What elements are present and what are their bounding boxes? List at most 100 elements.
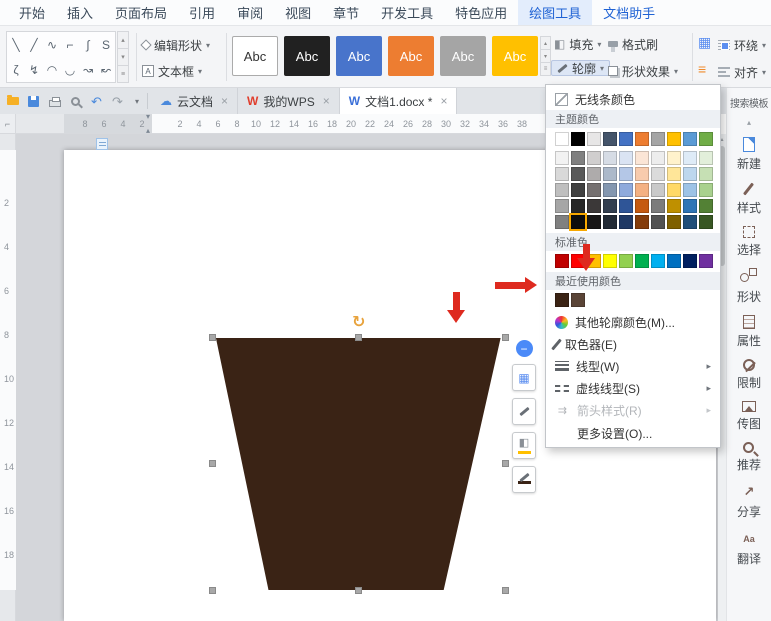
sidebar-item-upload-image[interactable]: 传图: [737, 401, 761, 432]
close-tab-icon[interactable]: ×: [221, 94, 228, 108]
shape-gallery-item-4[interactable]: ∫: [79, 32, 97, 57]
edit-shape-button[interactable]: 编辑形状 ▾: [142, 37, 210, 53]
theme-color-swatch[interactable]: [667, 167, 681, 181]
menu-item-color-picker[interactable]: 取色器(E): [546, 333, 720, 355]
menu-item-more-outline-colors[interactable]: 其他轮廓颜色(M)...: [546, 311, 720, 333]
sidebar-item-translate[interactable]: Aa翻译: [737, 530, 761, 567]
fill-button[interactable]: ◧ 填充 ▾: [554, 36, 601, 52]
theme-color-swatch[interactable]: [619, 199, 633, 213]
ribbon-tab-insert[interactable]: 插入: [56, 0, 104, 25]
resize-handle[interactable]: [209, 587, 216, 594]
ribbon-tab-view[interactable]: 视图: [274, 0, 322, 25]
preset-scroll-up-icon[interactable]: ▴: [540, 36, 551, 50]
menu-item-more-settings[interactable]: 更多设置(O)...: [546, 421, 720, 445]
recent-color-swatch[interactable]: [571, 293, 585, 307]
ribbon-tab-review[interactable]: 审阅: [226, 0, 274, 25]
theme-color-swatch[interactable]: [571, 151, 585, 165]
theme-color-swatch[interactable]: [635, 199, 649, 213]
theme-color-swatch[interactable]: [619, 167, 633, 181]
theme-color-swatch[interactable]: [587, 151, 601, 165]
quick-style-button[interactable]: [512, 398, 536, 425]
theme-color-swatch[interactable]: [699, 132, 713, 146]
theme-color-swatch[interactable]: [619, 215, 633, 229]
theme-color-swatch[interactable]: [683, 167, 697, 181]
grid-icon-button[interactable]: ▦: [698, 35, 711, 49]
theme-color-swatch[interactable]: [683, 183, 697, 197]
theme-color-swatch[interactable]: [619, 132, 633, 146]
theme-color-swatch[interactable]: [603, 215, 617, 229]
theme-color-swatch[interactable]: [635, 132, 649, 146]
theme-color-swatch[interactable]: [651, 215, 665, 229]
gallery-scroll-up-icon[interactable]: ▴: [117, 31, 129, 49]
print-preview-button[interactable]: [66, 92, 85, 111]
rotate-handle-icon[interactable]: ↻: [352, 315, 365, 331]
shape-gallery-item-3[interactable]: ⌐: [61, 32, 79, 57]
shape-style-preset-5[interactable]: Abc: [492, 36, 538, 76]
shape-gallery-item-8[interactable]: ◠: [43, 57, 61, 82]
resize-handle[interactable]: [502, 334, 509, 341]
sidebar-item-restrict[interactable]: 限制: [737, 359, 761, 391]
recent-color-swatch[interactable]: [555, 293, 569, 307]
redo-button[interactable]: ↷: [108, 92, 127, 111]
theme-color-swatch[interactable]: [603, 167, 617, 181]
theme-color-swatch[interactable]: [587, 215, 601, 229]
ribbon-tab-doc-assistant[interactable]: 文档助手: [592, 0, 666, 25]
theme-color-swatch[interactable]: [699, 167, 713, 181]
align-button[interactable]: 对齐 ▾: [718, 64, 766, 80]
theme-color-swatch[interactable]: [603, 183, 617, 197]
theme-color-swatch[interactable]: [555, 215, 569, 229]
shape-style-preset-2[interactable]: Abc: [336, 36, 382, 76]
theme-color-swatch[interactable]: [555, 132, 569, 146]
shape-gallery-item-5[interactable]: S: [97, 32, 115, 57]
theme-color-swatch[interactable]: [699, 199, 713, 213]
theme-color-swatch[interactable]: [587, 132, 601, 146]
theme-color-swatch[interactable]: [683, 132, 697, 146]
theme-color-swatch[interactable]: [555, 183, 569, 197]
first-line-indent-marker[interactable]: ▾: [146, 114, 150, 121]
print-button[interactable]: [45, 92, 64, 111]
theme-color-swatch[interactable]: [587, 167, 601, 181]
theme-color-swatch[interactable]: [555, 199, 569, 213]
theme-color-swatch[interactable]: [683, 199, 697, 213]
menu-item-dash-style[interactable]: 虚线线型(S)▸: [546, 377, 720, 399]
sidebar-item-new[interactable]: 新建: [737, 137, 761, 172]
theme-color-swatch[interactable]: [635, 215, 649, 229]
theme-color-swatch[interactable]: [587, 183, 601, 197]
outline-button[interactable]: 轮廓 ▾: [551, 60, 610, 76]
theme-color-swatch[interactable]: [683, 151, 697, 165]
theme-color-swatch[interactable]: [651, 183, 665, 197]
standard-color-swatch[interactable]: [683, 254, 697, 268]
resize-handle[interactable]: [502, 587, 509, 594]
theme-color-swatch[interactable]: [635, 183, 649, 197]
shape-gallery-item-7[interactable]: ↯: [25, 57, 43, 82]
theme-color-swatch[interactable]: [699, 183, 713, 197]
ribbon-tab-home[interactable]: 开始: [8, 0, 56, 25]
menu-item-no-line-color[interactable]: 无线条颜色: [546, 88, 720, 110]
quick-fill-button[interactable]: ◧: [512, 432, 536, 459]
gallery-more-icon[interactable]: ≡: [117, 66, 129, 83]
quick-actions-caret-icon[interactable]: ▾: [130, 97, 144, 106]
theme-color-swatch[interactable]: [571, 167, 585, 181]
theme-color-swatch[interactable]: [651, 151, 665, 165]
shape-gallery-item-10[interactable]: ↝: [79, 57, 97, 82]
sidebar-item-properties[interactable]: 属性: [737, 315, 761, 349]
lines-icon-button[interactable]: ≡: [698, 62, 706, 76]
standard-color-swatch[interactable]: [651, 254, 665, 268]
shape-gallery-item-6[interactable]: ζ: [7, 57, 25, 82]
theme-color-swatch[interactable]: [571, 183, 585, 197]
theme-color-swatch[interactable]: [667, 215, 681, 229]
ribbon-tab-section[interactable]: 章节: [322, 0, 370, 25]
standard-color-swatch[interactable]: [603, 254, 617, 268]
format-painter-button[interactable]: 格式刷: [608, 36, 658, 52]
sidebar-item-share[interactable]: ↗分享: [737, 483, 761, 520]
standard-color-swatch[interactable]: [699, 254, 713, 268]
undo-button[interactable]: ↶: [87, 92, 106, 111]
quick-outline-button[interactable]: [512, 466, 536, 493]
theme-color-swatch[interactable]: [667, 132, 681, 146]
theme-color-swatch[interactable]: [699, 215, 713, 229]
gallery-scroll-down-icon[interactable]: ▾: [117, 49, 129, 66]
wrap-button[interactable]: 环绕 ▾: [718, 37, 766, 53]
document-tab-cloud-docs[interactable]: ☁云文档×: [151, 88, 238, 114]
sidebar-item-select[interactable]: 选择: [737, 226, 761, 258]
preset-scroll-down-icon[interactable]: ▾: [540, 50, 551, 63]
